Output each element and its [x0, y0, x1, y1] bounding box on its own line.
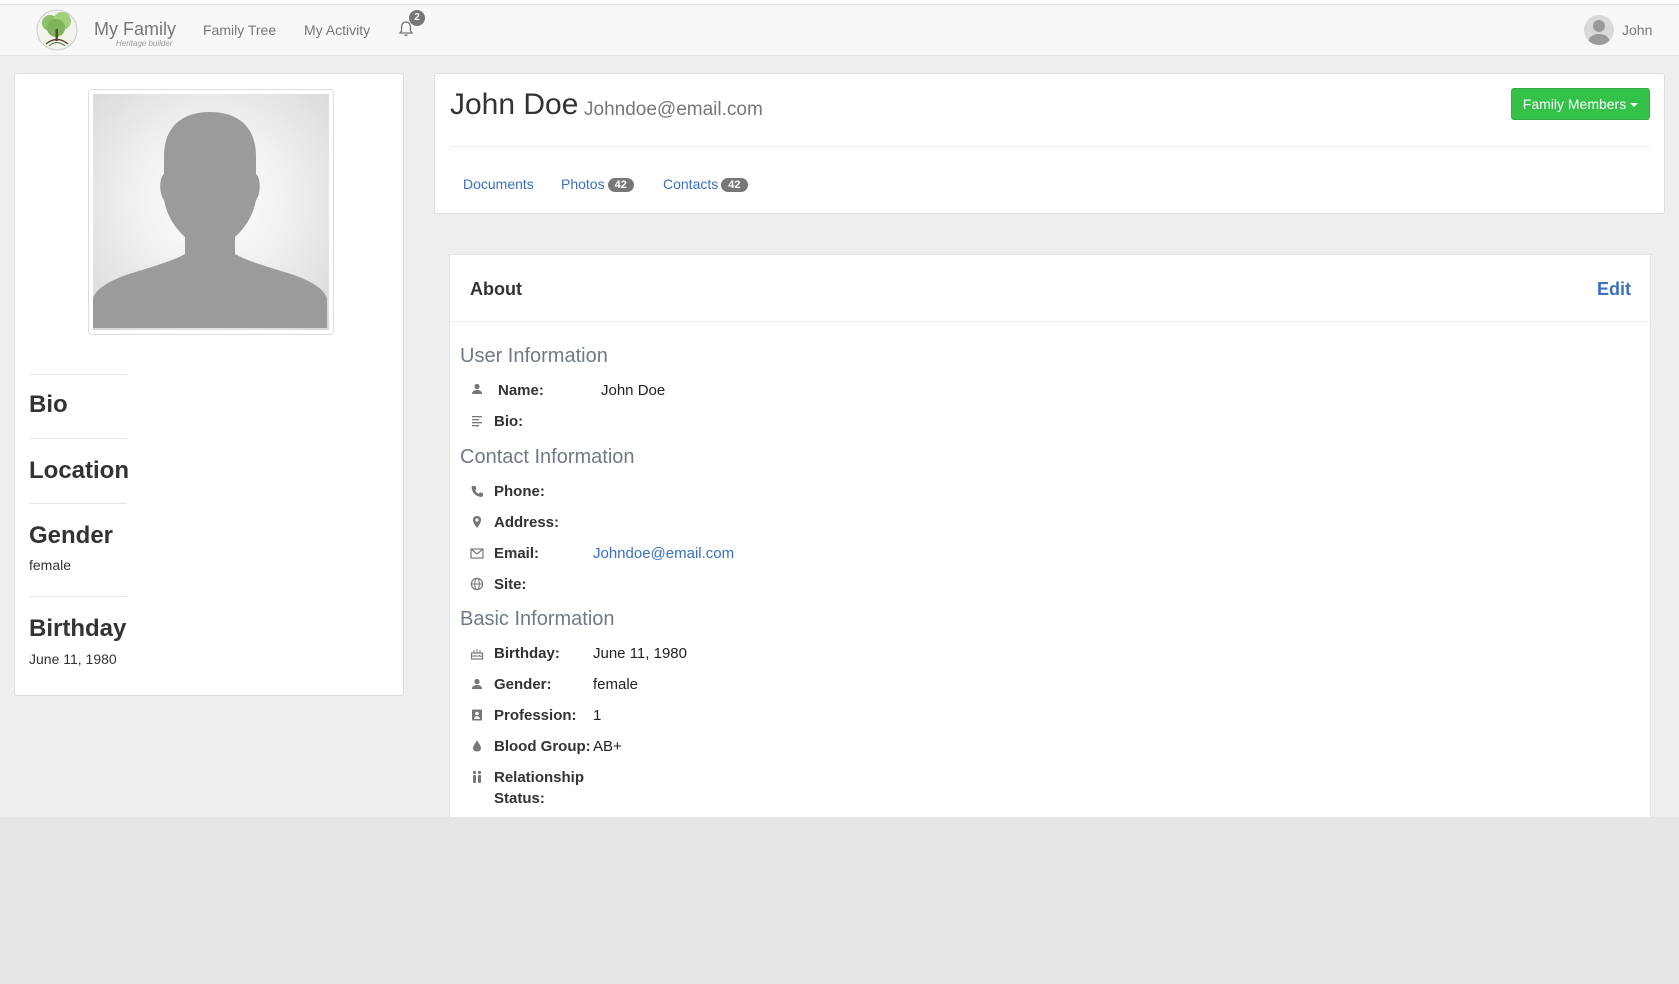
text-lines-icon: [472, 416, 482, 427]
profession-label: Profession:: [494, 707, 577, 724]
user-silhouette-icon: [1588, 20, 1610, 45]
birthday-heading: Birthday: [29, 615, 127, 642]
family-tree-logo-icon[interactable]: [36, 9, 78, 51]
gender-value: female: [29, 557, 72, 573]
relationship-label-line-1: Relationship: [494, 769, 585, 786]
gender-label: Gender:: [494, 676, 552, 693]
tab-label: Photos: [561, 176, 605, 192]
tab-contacts[interactable]: Contacts 42: [663, 176, 748, 192]
email-link[interactable]: Johndoe@email.com: [593, 545, 734, 562]
about-title: About: [470, 279, 522, 299]
family-members-label: Family Members: [1522, 96, 1627, 112]
site-label: Site:: [494, 576, 527, 593]
gender-heading: Gender: [29, 522, 114, 549]
contact-information-title: Contact Information: [460, 446, 635, 468]
profile-header: John Doe Johndoe@email.com Family Member…: [434, 73, 1665, 214]
phone-icon: [471, 486, 483, 497]
phone-label: Phone:: [494, 483, 545, 500]
blood-group-label: Blood Group:: [494, 738, 591, 755]
brand-subtitle: Heritage builder: [116, 39, 173, 48]
tab-label: Documents: [463, 176, 534, 192]
name-label: Name:: [498, 382, 544, 399]
caret-down-icon: [1630, 103, 1639, 108]
cake-icon: [470, 649, 484, 660]
bio-heading: Bio: [29, 391, 68, 418]
tab-photos[interactable]: Photos 42: [561, 176, 634, 192]
person-icon: [472, 383, 482, 394]
nav-family-tree[interactable]: Family Tree: [203, 22, 276, 38]
birthday-value: June 11, 1980: [29, 651, 117, 667]
location-pin-icon: [473, 516, 481, 528]
blood-group-value: AB+: [593, 738, 622, 755]
about-panel: About Edit User Information Name: John D…: [449, 254, 1651, 817]
person-silhouette-icon: [93, 112, 327, 328]
tab-documents[interactable]: Documents: [463, 176, 534, 192]
contacts-count-badge: 42: [721, 178, 748, 192]
photos-count-badge: 42: [607, 178, 634, 192]
relationship-status-label: Relationship Status:: [494, 767, 584, 809]
gender-value: female: [593, 676, 639, 693]
tab-label: Contacts: [663, 176, 719, 192]
birthday-label: Birthday:: [494, 645, 560, 662]
about-divider: [450, 321, 1650, 322]
profile-sidebar: Bio Location Gender female Birthday June…: [14, 73, 404, 696]
couple-icon: [472, 770, 482, 783]
relationship-label-line-2: Status:: [494, 790, 545, 807]
basic-information-title: Basic Information: [460, 608, 615, 630]
family-members-button[interactable]: Family Members: [1511, 88, 1650, 120]
globe-icon: [470, 577, 484, 591]
email-label: Email:: [494, 545, 540, 562]
edit-button[interactable]: Edit: [1597, 279, 1631, 300]
user-name[interactable]: John: [1622, 22, 1652, 38]
nav-my-activity[interactable]: My Activity: [304, 22, 370, 38]
user-information-title: User Information: [460, 345, 608, 367]
profile-photo: [88, 89, 334, 335]
brand-title[interactable]: My Family: [94, 19, 176, 40]
bio-label: Bio:: [494, 413, 524, 430]
navbar: My Family Heritage builder Family Tree M…: [0, 4, 1679, 56]
location-heading: Location: [29, 457, 129, 484]
profile-email: Johndoe@email.com: [584, 99, 763, 120]
envelope-icon: [470, 548, 484, 559]
person-icon: [472, 678, 482, 689]
profession-value: 1: [593, 707, 602, 724]
notification-badge[interactable]: 2: [409, 10, 425, 26]
profile-name: John Doe: [450, 88, 579, 121]
birthday-value: June 11, 1980: [593, 645, 687, 662]
address-label: Address:: [494, 514, 560, 531]
header-divider: [450, 146, 1650, 147]
blood-drop-icon: [473, 740, 481, 752]
id-card-icon: [472, 709, 482, 721]
name-value: John Doe: [601, 382, 666, 399]
user-avatar[interactable]: [1584, 15, 1614, 45]
